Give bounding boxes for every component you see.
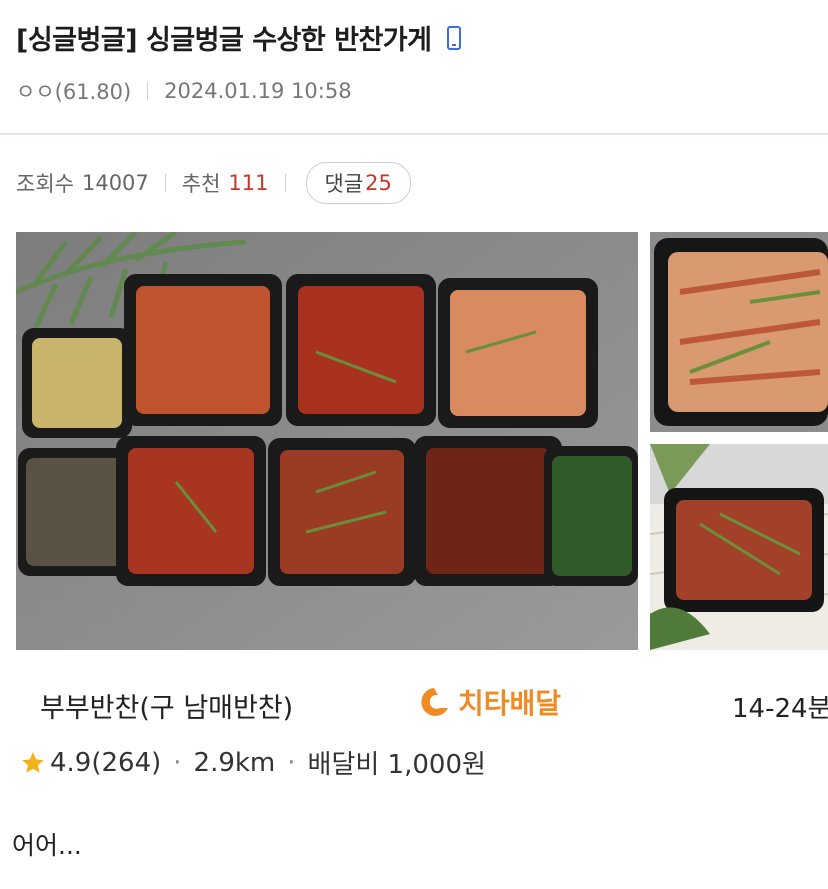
likes-label: 추천	[181, 172, 221, 196]
post-title: [싱글벙글] 싱글벙글 수상한 반찬가게	[16, 25, 432, 56]
shop-info: 4.9(264) · 2.9km · 배달비 1,000원	[20, 744, 486, 781]
comments-label: 댓글	[324, 172, 364, 196]
distance: 2.9km	[193, 747, 276, 778]
banchan-main-photo	[16, 232, 638, 650]
brand-name: 치타배달	[458, 687, 562, 720]
shop-name: 부부반찬(구 남매반찬)	[40, 693, 294, 724]
banchan-tray-photo	[650, 444, 828, 650]
post-header: [싱글벙글] 싱글벙글 수상한 반찬가게	[16, 18, 812, 57]
views-count: 14007	[81, 171, 149, 195]
stats-separator	[164, 174, 166, 192]
cheetah-logo-icon	[421, 688, 448, 716]
meta-separator	[147, 82, 149, 100]
food-image-banner[interactable]	[16, 232, 828, 652]
delivery-fee: 배달비 1,000원	[307, 750, 486, 780]
likes-count: 111	[228, 171, 269, 195]
star-icon	[22, 751, 44, 773]
post-datetime: 2024.01.19 10:58	[164, 79, 352, 103]
rating: 4.9(264)	[50, 747, 162, 778]
kimchi-photo	[650, 232, 828, 432]
comments-count: 25	[365, 171, 392, 195]
author-name[interactable]: ㅇㅇ(61.80)	[16, 76, 131, 106]
delivery-brand: 치타배달	[416, 682, 561, 722]
delivery-time: 14-24분	[732, 694, 828, 724]
views-label: 조회수	[16, 172, 74, 196]
post-meta: ㅇㅇ(61.80) 2024.01.19 10:58	[16, 76, 352, 106]
mobile-phone-icon	[447, 25, 462, 50]
header-divider	[0, 133, 828, 135]
comments-button[interactable]: 댓글 25	[305, 162, 411, 204]
stats-separator	[284, 174, 286, 192]
info-separator: ·	[287, 747, 296, 778]
info-separator: ·	[173, 747, 182, 778]
post-stats: 조회수 14007 추천 111 댓글 25	[16, 162, 411, 204]
post-body-text: 어어...	[12, 831, 82, 860]
